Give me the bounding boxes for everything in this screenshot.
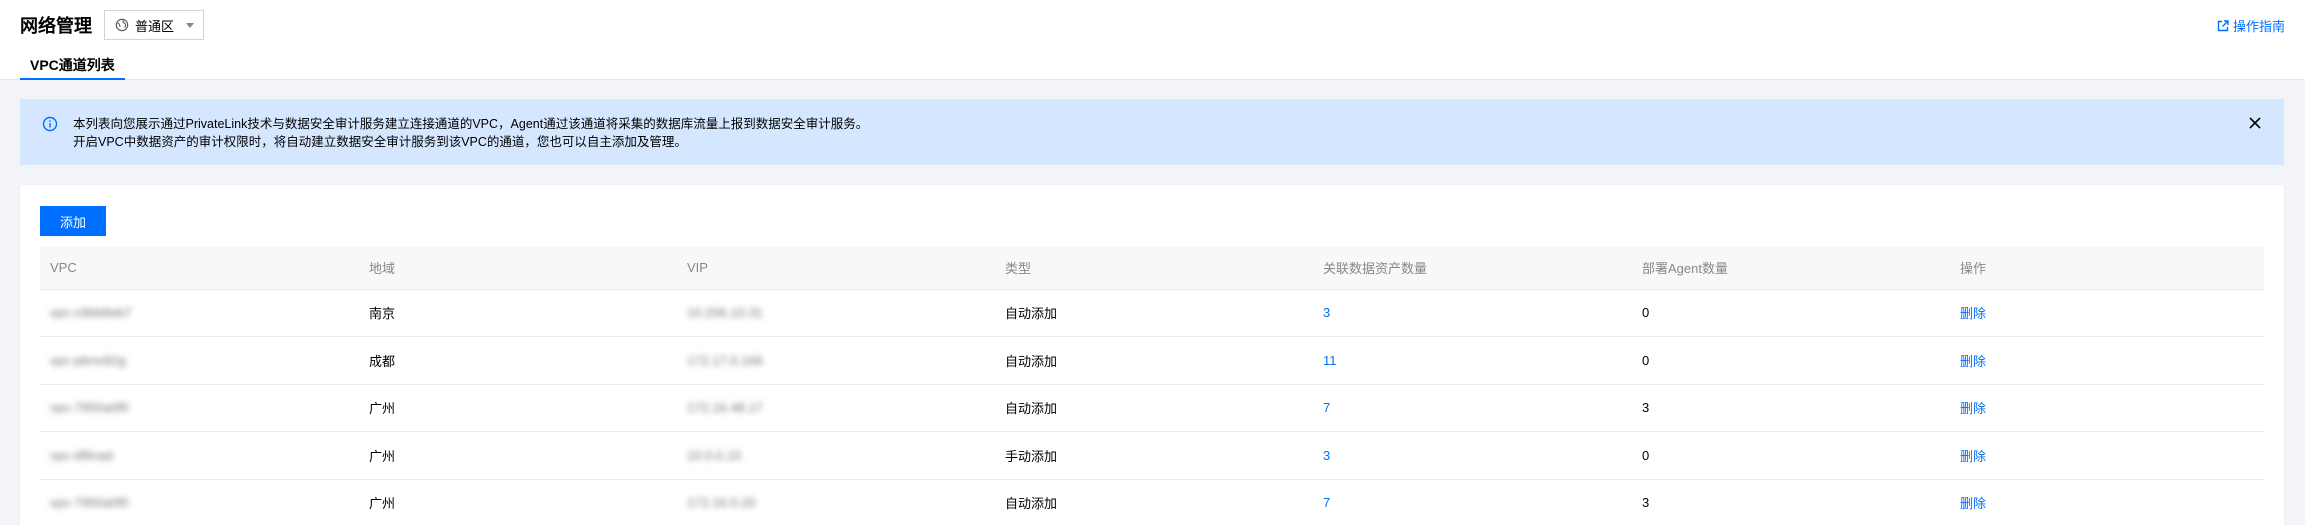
info-icon xyxy=(42,116,58,132)
delete-link[interactable]: 删除 xyxy=(1960,401,1986,416)
assets-count-link[interactable]: 3 xyxy=(1323,448,1330,463)
vip-value: 10.0.0.15 xyxy=(687,447,742,463)
table-header-row: VPC 地域 VIP 类型 关联数据资产数量 部署Agent数量 操作 xyxy=(40,247,2264,290)
region-cell: 成都 xyxy=(359,336,677,385)
agents-count: 0 xyxy=(1632,289,1950,337)
column-header-vpc: VPC xyxy=(40,247,359,290)
column-header-type: 类型 xyxy=(995,247,1313,290)
vpc-id: vpc-c6bb8eb7 xyxy=(50,305,132,321)
type-cell: 自动添加 xyxy=(995,479,1313,525)
close-icon[interactable] xyxy=(2248,116,2262,130)
assets-count-link[interactable]: 7 xyxy=(1323,495,1330,510)
assets-count-link[interactable]: 3 xyxy=(1323,305,1330,320)
delete-link[interactable]: 删除 xyxy=(1960,306,1986,321)
notice-text-line-1: 本列表向您展示通过PrivateLink技术与数据安全审计服务建立连接通道的VP… xyxy=(73,117,869,131)
delete-link[interactable]: 删除 xyxy=(1960,354,1986,369)
operation-guide-link[interactable]: 操作指南 xyxy=(2217,16,2285,35)
tab-vpc-channel-list[interactable]: VPC通道列表 xyxy=(20,54,125,80)
table-row: vpc-pbrsr82g 成都 172.17.0.166 自动添加 11 0 删… xyxy=(40,336,2264,385)
region-cell: 南京 xyxy=(359,289,677,337)
type-cell: 手动添加 xyxy=(995,431,1313,480)
vpc-id: vpc-i8finad xyxy=(50,447,113,463)
column-header-agents: 部署Agent数量 xyxy=(1632,247,1950,290)
type-cell: 自动添加 xyxy=(995,336,1313,385)
column-header-vip: VIP xyxy=(677,247,995,290)
top-bar: 网络管理 普通区 操作指南 VPC通道列表 xyxy=(0,0,2305,80)
vpc-id: vpc-7950a0f0 xyxy=(50,400,129,416)
delete-link[interactable]: 删除 xyxy=(1960,449,1986,464)
agents-count: 0 xyxy=(1632,431,1950,480)
agents-count: 3 xyxy=(1632,384,1950,432)
external-link-icon xyxy=(2217,19,2229,31)
type-cell: 自动添加 xyxy=(995,384,1313,432)
vpc-id: vpc-pbrsr82g xyxy=(50,352,126,368)
column-header-action: 操作 xyxy=(1950,247,2264,290)
column-header-assets: 关联数据资产数量 xyxy=(1313,247,1632,290)
column-header-region: 地域 xyxy=(359,247,677,290)
region-cell: 广州 xyxy=(359,479,677,525)
region-cell: 广州 xyxy=(359,431,677,480)
vip-value: 172.16.0.20 xyxy=(687,495,756,511)
table-row: vpc-c6bb8eb7 南京 10.206.10.31 自动添加 3 0 删除 xyxy=(40,289,2264,337)
delete-link[interactable]: 删除 xyxy=(1960,496,1986,511)
assets-count-link[interactable]: 7 xyxy=(1323,400,1330,415)
vip-value: 10.206.10.31 xyxy=(687,305,763,321)
vip-value: 172.16.48.17 xyxy=(687,400,763,416)
assets-count-link[interactable]: 11 xyxy=(1323,353,1337,368)
region-cell: 广州 xyxy=(359,384,677,432)
table-row: vpc-i8finad 广州 10.0.0.15 手动添加 3 0 删除 xyxy=(40,431,2264,480)
globe-icon xyxy=(115,18,129,32)
table-row: vpc-7950a0f0 广州 172.16.0.20 自动添加 7 3 删除 xyxy=(40,479,2264,525)
region-select-value: 普通区 xyxy=(135,18,175,34)
page-title: 网络管理 xyxy=(20,16,92,36)
vpc-table: VPC 地域 VIP 类型 关联数据资产数量 部署Agent数量 操作 vpc-… xyxy=(40,247,2264,525)
vpc-id: vpc-7950a0f0 xyxy=(50,495,129,511)
operation-guide-label: 操作指南 xyxy=(2232,19,2285,34)
agents-count: 0 xyxy=(1632,336,1950,385)
chevron-down-icon xyxy=(186,23,194,28)
vip-value: 172.17.0.166 xyxy=(687,352,763,368)
table-row: vpc-7950a0f0 广州 172.16.48.17 自动添加 7 3 删除 xyxy=(40,384,2264,432)
agents-count: 3 xyxy=(1632,479,1950,525)
region-select[interactable]: 普通区 xyxy=(104,10,204,40)
info-notice: 本列表向您展示通过PrivateLink技术与数据安全审计服务建立连接通道的VP… xyxy=(20,99,2284,165)
notice-text-line-2: 开启VPC中数据资产的审计权限时，将自动建立数据安全审计服务到该VPC的通道，您… xyxy=(73,135,687,149)
add-button[interactable]: 添加 xyxy=(40,206,106,236)
vpc-list-card: 添加 VPC 地域 VIP 类型 关联数据资产数量 部署Agent数量 操作 v… xyxy=(20,185,2284,525)
type-cell: 自动添加 xyxy=(995,289,1313,337)
